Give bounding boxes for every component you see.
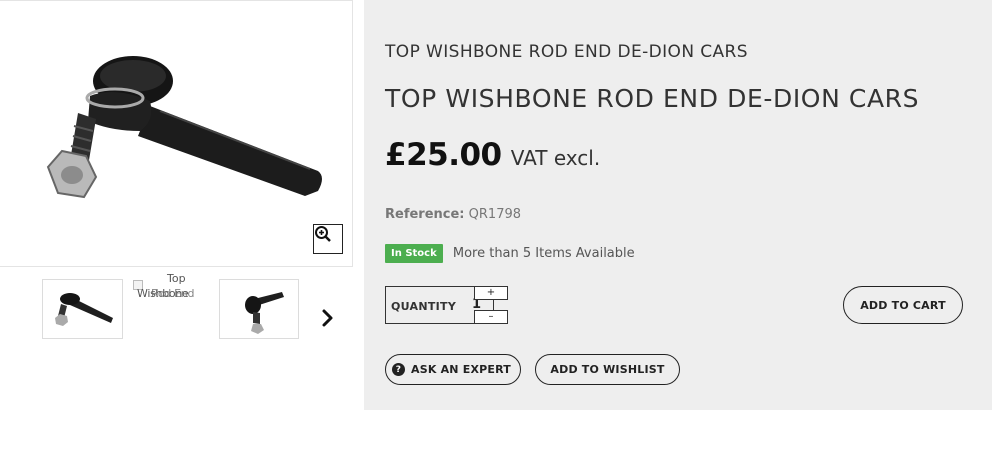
reference-value: QR1798 — [468, 207, 522, 222]
ask-an-expert-button[interactable]: ? ASK AN EXPERT — [385, 354, 521, 385]
product-price: £25.00 — [385, 137, 502, 173]
thumbnail-2[interactable]: Top Wishbone Rod End — [131, 273, 211, 339]
thumbnail-1[interactable] — [42, 279, 123, 339]
quantity-increase-button[interactable]: + — [474, 286, 508, 300]
ask-an-expert-label: ASK AN EXPERT — [411, 363, 511, 376]
reference-label: Reference: — [385, 207, 465, 222]
rod-end-photo — [46, 56, 322, 199]
thumbnail-alt-line-1: Top — [167, 272, 186, 285]
in-stock-badge: In Stock — [385, 244, 443, 263]
add-to-cart-label: ADD TO CART — [860, 298, 946, 312]
product-title: TOP WISHBONE ROD END DE-DION CARS — [385, 84, 920, 113]
add-to-wishlist-label: ADD TO WISHLIST — [550, 363, 665, 376]
product-reference: Reference: QR1798 — [385, 207, 521, 222]
chevron-right-icon — [322, 309, 333, 327]
thumbnail-3[interactable] — [219, 279, 299, 339]
main-product-image[interactable] — [0, 0, 353, 267]
vat-label: VAT excl. — [510, 146, 601, 170]
zoom-button[interactable] — [313, 224, 343, 254]
gallery-next-button[interactable] — [318, 306, 338, 330]
availability-text: More than 5 Items Available — [452, 246, 635, 261]
question-circle-icon: ? — [392, 363, 405, 376]
broken-thumbnail-image: Top Wishbone Rod End — [131, 273, 211, 319]
thumbnail-alt-line-3: Rod End — [151, 287, 195, 300]
product-info-panel: TOP WISHBONE ROD END DE-DION CARS TOP WI… — [364, 0, 992, 410]
product-breadcrumb-title: TOP WISHBONE ROD END DE-DION CARS — [385, 42, 748, 62]
thumbnail-3-image — [245, 292, 284, 334]
quantity-decrease-button[interactable]: – — [474, 310, 508, 324]
quantity-label: QUANTITY — [391, 300, 457, 313]
stock-row: In Stock More than 5 Items Available — [385, 243, 635, 263]
price-row: £25.00 VAT excl. — [385, 137, 600, 173]
thumbnail-1-image — [55, 293, 113, 326]
zoom-in-icon — [315, 226, 331, 242]
add-to-wishlist-button[interactable]: ADD TO WISHLIST — [535, 354, 680, 385]
add-to-cart-button[interactable]: ADD TO CART — [843, 286, 963, 324]
